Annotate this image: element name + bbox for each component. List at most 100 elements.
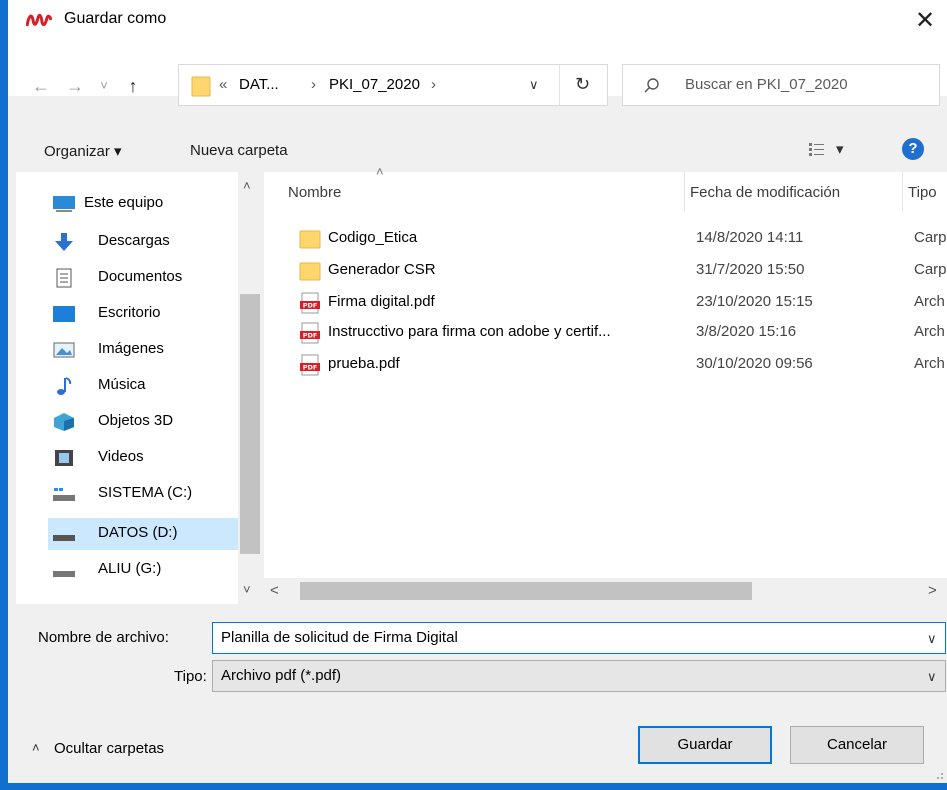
search-box[interactable]: Buscar en PKI_07_2020 <box>622 64 940 106</box>
help-icon: ? <box>908 140 918 157</box>
chevron-down-icon: ∨ <box>927 669 937 684</box>
filename-label: Nombre de archivo: <box>38 629 169 646</box>
pdf-icon: PDF <box>300 292 320 314</box>
sidebar-item-objetos-3d[interactable]: Objetos 3D <box>48 406 238 438</box>
help-button[interactable]: ? <box>902 138 924 160</box>
sidebar-item-documentos[interactable]: Documentos <box>48 262 238 294</box>
up-arrow-icon: ↑ <box>128 76 138 96</box>
cancel-button[interactable]: Cancelar <box>790 726 924 764</box>
sidebar-item-label: Escritorio <box>98 304 161 321</box>
sidebar-item-descargas[interactable]: Descargas <box>48 226 238 258</box>
music-icon <box>57 377 72 395</box>
file-name: Instrucctivo para firma con adobe y cert… <box>328 323 611 340</box>
column-divider[interactable] <box>684 172 685 212</box>
sidebar-item-label: DATOS (D:) <box>98 524 178 541</box>
file-date: 31/7/2020 15:50 <box>696 261 805 278</box>
system-drive-icon <box>53 488 75 501</box>
file-type-select[interactable]: Archivo pdf (*.pdf) ∨ <box>212 660 946 692</box>
folder-icon <box>299 230 321 249</box>
sidebar-item-label: Documentos <box>98 268 183 285</box>
refresh-icon[interactable]: ↻ <box>575 74 590 95</box>
file-row[interactable]: Codigo_Etica 14/8/2020 14:11 Carp <box>292 224 947 254</box>
sidebar-item-musica[interactable]: Música <box>48 370 238 402</box>
breadcrumb-segment[interactable]: DAT... <box>239 76 279 93</box>
scroll-down-icon[interactable]: ˅ <box>243 582 251 597</box>
chevron-up-icon: ˄ <box>32 740 40 755</box>
up-button[interactable]: ↑ <box>120 72 146 100</box>
resize-grip-icon[interactable] <box>932 768 944 780</box>
file-type: Arch <box>914 355 945 372</box>
divider <box>559 65 560 105</box>
window-title: Guardar como <box>64 10 167 27</box>
scrollbar-thumb[interactable] <box>240 294 260 554</box>
file-row[interactable]: PDF Instrucctivo para firma con adobe y … <box>292 318 947 348</box>
close-icon: ✕ <box>914 7 936 34</box>
folder-icon <box>191 76 211 97</box>
address-bar[interactable]: « DAT... › PKI_07_2020 › ∨ ↻ <box>178 64 608 106</box>
folder-icon <box>299 262 321 281</box>
address-dropdown-icon[interactable]: ∨ <box>529 77 539 93</box>
type-label: Tipo: <box>174 668 207 685</box>
desktop-icon <box>53 306 75 322</box>
sidebar-item-datos-d[interactable]: DATOS (D:) <box>48 518 238 550</box>
videos-icon <box>55 450 73 466</box>
file-row[interactable]: PDF Firma digital.pdf 23/10/2020 15:15 A… <box>292 288 947 318</box>
column-header-nombre[interactable]: Nombre <box>288 184 341 201</box>
sidebar-item-label: Objetos 3D <box>98 412 174 429</box>
scrollbar-thumb[interactable] <box>300 582 752 600</box>
back-arrow-icon: ← <box>32 76 50 96</box>
file-date: 23/10/2020 15:15 <box>696 293 813 310</box>
drive-icon <box>53 571 75 577</box>
forward-button[interactable]: → <box>62 72 88 100</box>
pdf-icon: PDF <box>300 322 320 344</box>
downloads-icon <box>55 233 73 251</box>
column-divider[interactable] <box>902 172 903 212</box>
file-type: Carp <box>914 261 947 278</box>
sidebar-item-este-equipo[interactable]: Este equipo <box>48 188 238 220</box>
hide-folders-toggle[interactable]: ˄ Ocultar carpetas <box>32 738 212 762</box>
view-options-button[interactable]: ▾ <box>808 138 858 162</box>
sidebar-item-label: Este equipo <box>84 194 164 211</box>
address-overflow[interactable]: « <box>219 76 227 93</box>
save-as-dialog: Guardar como ✕ ← → ˅ ↑ « DAT... › PKI_07… <box>8 0 947 783</box>
scroll-up-icon[interactable]: ˄ <box>243 178 251 193</box>
drive-icon <box>53 535 75 541</box>
breadcrumb-separator: › <box>431 76 436 93</box>
file-row[interactable]: PDF prueba.pdf 30/10/2020 09:56 Arch <box>292 350 947 380</box>
title-bar: Guardar como ✕ <box>8 0 947 42</box>
pdf-icon: PDF <box>300 354 320 376</box>
pdf-badge-text: PDF <box>303 302 318 310</box>
breadcrumb-segment[interactable]: PKI_07_2020 <box>329 76 420 93</box>
scroll-right-icon[interactable]: > <box>928 582 937 599</box>
file-type: Arch <box>914 293 945 310</box>
sidebar-item-videos[interactable]: Videos <box>48 442 238 474</box>
chevron-down-icon[interactable]: ∨ <box>927 631 937 647</box>
column-header-fecha[interactable]: Fecha de modificación <box>690 184 840 201</box>
sidebar-item-imagenes[interactable]: Imágenes <box>48 334 238 366</box>
search-input[interactable]: Buscar en PKI_07_2020 <box>685 76 848 93</box>
file-date: 30/10/2020 09:56 <box>696 355 813 372</box>
column-header-tipo[interactable]: Tipo <box>908 184 937 201</box>
new-folder-button[interactable]: Nueva carpeta <box>190 142 288 159</box>
file-type-value: Archivo pdf (*.pdf) <box>221 667 342 684</box>
close-button[interactable]: ✕ <box>906 4 944 38</box>
file-name: prueba.pdf <box>328 355 400 372</box>
view-caret-icon: ▾ <box>836 141 844 158</box>
sidebar-item-escritorio[interactable]: Escritorio <box>48 298 238 330</box>
filename-input[interactable]: Planilla de solicitud de Firma Digital ∨ <box>212 622 946 654</box>
sidebar-item-label: Música <box>98 376 146 393</box>
sidebar-item-sistema-c[interactable]: SISTEMA (C:) <box>48 478 238 510</box>
recent-locations-button[interactable]: ˅ <box>94 72 114 100</box>
sidebar-item-label: Imágenes <box>98 340 164 357</box>
scroll-left-icon[interactable]: < <box>270 582 279 599</box>
forward-arrow-icon: → <box>66 76 84 96</box>
file-type: Carp <box>914 229 947 246</box>
objects3d-icon <box>54 413 74 431</box>
computer-icon <box>53 196 75 212</box>
file-date: 3/8/2020 15:16 <box>696 323 797 340</box>
sidebar-item-aliu-g[interactable]: ALIU (G:) <box>48 554 238 586</box>
back-button[interactable]: ← <box>28 72 54 100</box>
save-button[interactable]: Guardar <box>638 726 772 764</box>
organize-button[interactable]: Organizar ▾ <box>44 142 122 160</box>
file-row[interactable]: Generador CSR 31/7/2020 15:50 Carp <box>292 256 947 286</box>
